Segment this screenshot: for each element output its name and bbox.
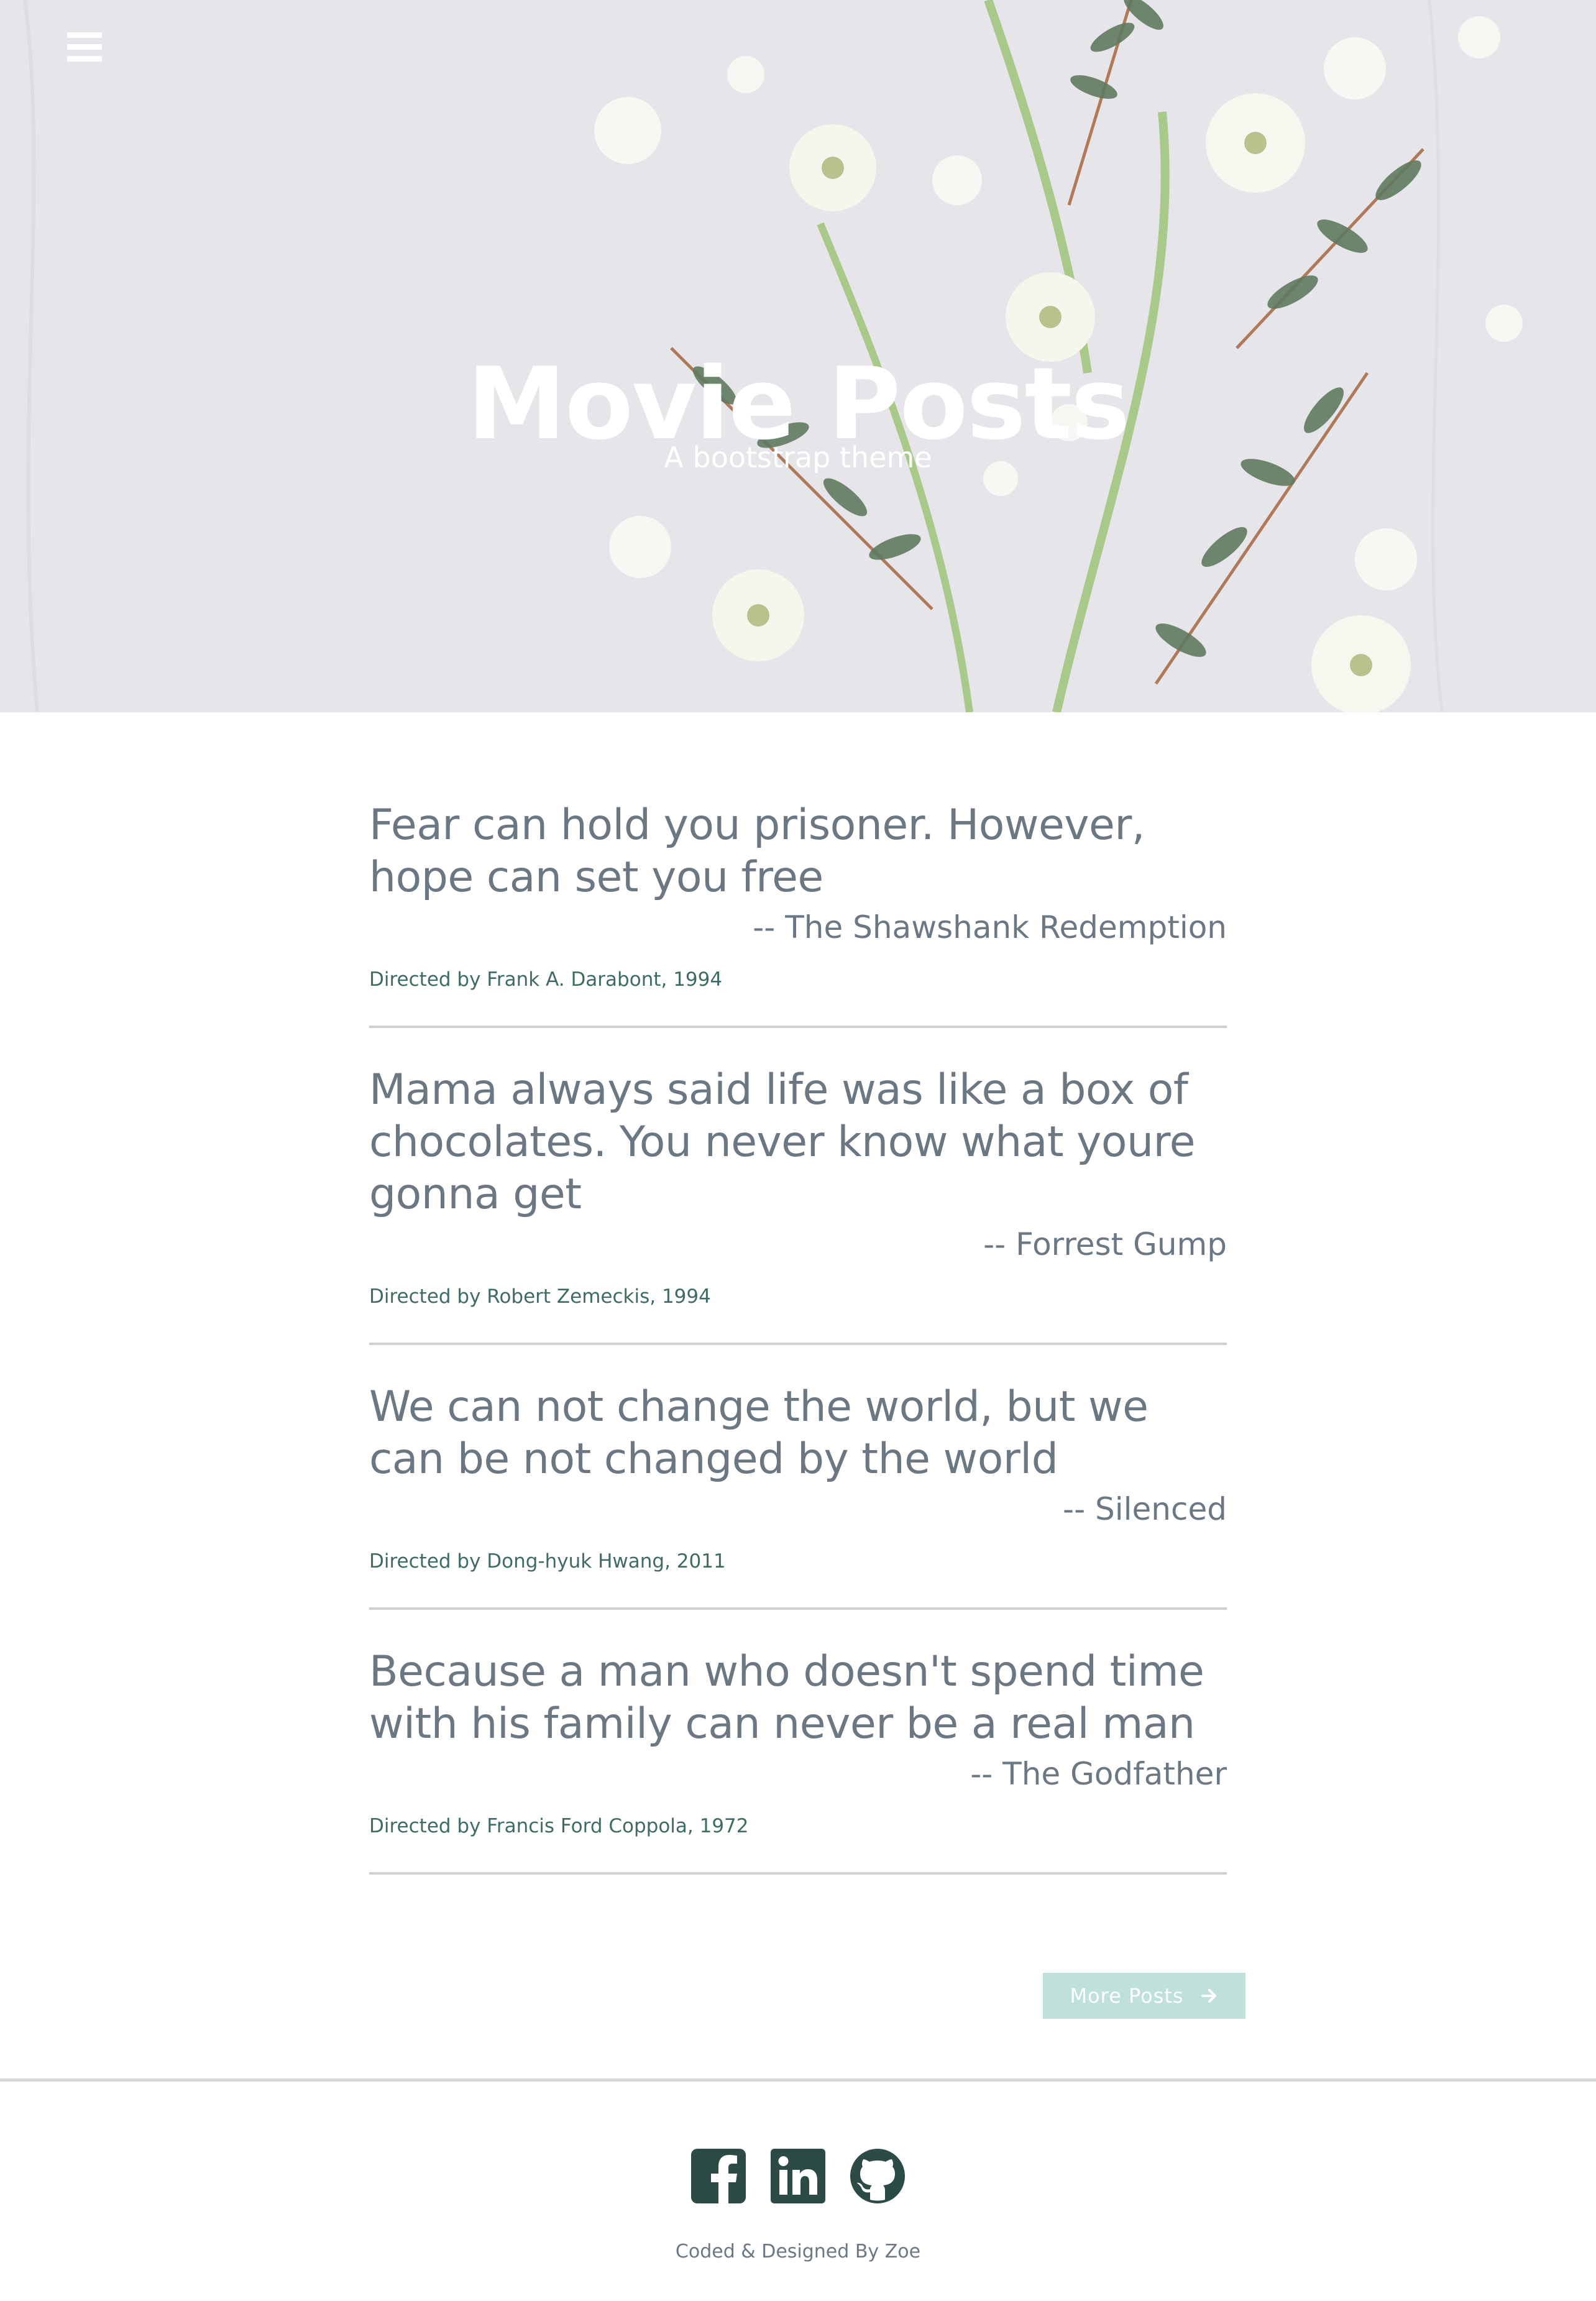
post-item[interactable]: Because a man who doesn't spend time wit… [369, 1610, 1227, 1875]
post-meta: Directed by Frank A. Darabont, 1994 [369, 968, 723, 991]
social-links [0, 2147, 1596, 2205]
hero-header: Movie Posts A bootstrap theme [0, 0, 1596, 712]
arrow-right-icon [1201, 1989, 1216, 2003]
post-movie-title: -- The Shawshank Redemption [753, 909, 1227, 945]
post-item[interactable]: We can not change the world, but we can … [369, 1345, 1227, 1610]
more-posts-label: More Posts [1070, 1984, 1184, 2008]
post-list: Fear can hold you prisoner. However, hop… [369, 712, 1227, 1875]
github-icon[interactable] [849, 2147, 906, 2205]
page-subtitle: A bootstrap theme [664, 441, 932, 474]
post-meta: Directed by Francis Ford Coppola, 1972 [369, 1815, 749, 1837]
hamburger-menu-icon[interactable] [67, 32, 102, 62]
post-meta: Directed by Robert Zemeckis, 1994 [369, 1285, 711, 1308]
post-quote[interactable]: Because a man who doesn't spend time wit… [369, 1610, 1227, 1750]
more-posts-button[interactable]: More Posts [1043, 1973, 1245, 2019]
post-movie-title: -- Silenced [1063, 1491, 1227, 1527]
post-meta: Directed by Dong-hyuk Hwang, 2011 [369, 1550, 726, 1573]
post-item[interactable]: Mama always said life was like a box of … [369, 1028, 1227, 1345]
footer-credit: Coded & Designed By Zoe [675, 2241, 921, 2262]
page-footer: Coded & Designed By Zoe [0, 2078, 1596, 2301]
post-item[interactable]: Fear can hold you prisoner. However, hop… [369, 712, 1227, 1028]
post-quote[interactable]: Fear can hold you prisoner. However, hop… [369, 712, 1227, 904]
facebook-icon[interactable] [690, 2147, 747, 2205]
post-quote[interactable]: We can not change the world, but we can … [369, 1345, 1227, 1486]
post-quote[interactable]: Mama always said life was like a box of … [369, 1028, 1227, 1221]
post-movie-title: -- The Godfather [970, 1756, 1227, 1792]
linkedin-icon[interactable] [769, 2147, 827, 2205]
post-movie-title: -- Forrest Gump [983, 1226, 1227, 1262]
